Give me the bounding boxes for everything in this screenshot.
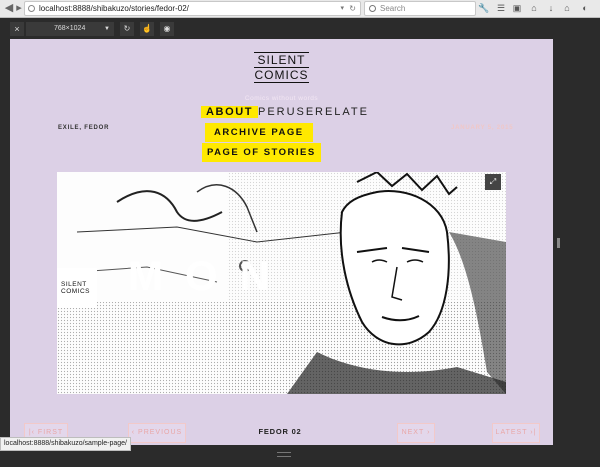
close-responsive-button[interactable]: × <box>10 22 24 36</box>
hero-title: MON <box>128 252 292 299</box>
nav-relate[interactable]: RELATE <box>315 102 369 122</box>
site-tagline: Comics without words <box>244 95 319 102</box>
nav-about-label[interactable]: ABOUT <box>201 106 259 118</box>
post-category[interactable]: EXILE, FEDOR <box>58 125 109 131</box>
screenshot-icon[interactable]: ◉ <box>160 22 174 36</box>
address-bar[interactable]: localhost:8888/shibakuzo/stories/fedor-0… <box>24 1 361 16</box>
logo-line1: SILENT <box>254 52 309 68</box>
resize-handle[interactable] <box>277 452 291 457</box>
hero-mini-logo: SILENT COMICS <box>57 268 97 308</box>
scrollbar-thumb[interactable] <box>557 238 560 248</box>
touch-icon[interactable]: ☝ <box>140 22 154 36</box>
submenu-page-of-stories[interactable]: PAGE OF STORIES <box>202 143 321 162</box>
viewport-size-select[interactable]: 768×1024 ▼ <box>26 22 114 36</box>
rotate-icon[interactable]: ↻ <box>120 22 134 36</box>
clipboard-icon[interactable]: ▣ <box>511 2 523 14</box>
addon-icon[interactable]: ◐ <box>579 2 591 14</box>
browser-toolbar: ◀ ▸ localhost:8888/shibakuzo/stories/fed… <box>0 0 600 18</box>
site-logo[interactable]: SILENT COMICS <box>254 52 309 83</box>
nav-peruse[interactable]: PERUSE <box>258 102 315 122</box>
search-box[interactable]: Search <box>364 1 476 16</box>
url-text[interactable]: localhost:8888/shibakuzo/stories/fedor-0… <box>39 2 189 15</box>
post-date: JANUARY 5, 2015 <box>451 125 514 131</box>
submenu-archive-page[interactable]: ARCHIVE PAGE <box>205 123 313 142</box>
search-icon <box>369 5 376 12</box>
tools-icon[interactable]: 🔧 <box>478 2 490 14</box>
viewport-size-value: 768×1024 <box>54 25 86 32</box>
home-button-icon[interactable]: ⌂ <box>561 2 573 14</box>
latest-button[interactable]: LATEST ›| <box>492 423 540 443</box>
reload-icon[interactable]: ↻ <box>349 2 356 15</box>
reader-icon[interactable]: ☰ <box>495 2 507 14</box>
mini-logo-line1: SILENT <box>61 281 87 288</box>
logo-line2: COMICS <box>254 68 309 83</box>
current-page-title: FEDOR 02 <box>258 427 302 436</box>
mini-logo-line2: COMICS <box>61 288 90 295</box>
dropdown-icon[interactable]: ▾ <box>340 2 344 15</box>
expand-icon[interactable]: ⤢ <box>485 174 501 190</box>
page-viewport: SILENT COMICS Comics without words ABOUT… <box>10 39 553 445</box>
download-icon[interactable]: ↓ <box>545 2 557 14</box>
next-button[interactable]: NEXT › <box>397 423 435 443</box>
home-icon[interactable]: ⌂ <box>528 2 540 14</box>
nav-about[interactable]: ABOUT <box>201 102 259 122</box>
globe-icon <box>28 5 35 12</box>
search-input[interactable]: Search <box>380 2 405 15</box>
status-bar: localhost:8888/shibakuzo/sample-page/ <box>0 437 131 451</box>
previous-button[interactable]: ‹ PREVIOUS <box>128 423 186 443</box>
chevron-down-icon: ▼ <box>104 26 110 32</box>
